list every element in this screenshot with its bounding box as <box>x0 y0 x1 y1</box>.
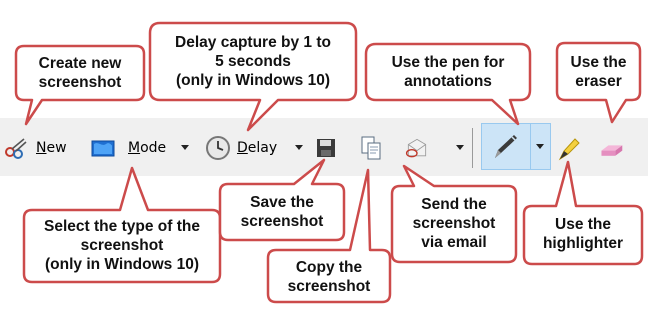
pen-callout: Use the pen for annotations <box>391 54 505 90</box>
eraser-callout: Use the eraser <box>570 54 627 90</box>
highlighter-callout: Use the highlighter <box>542 216 624 252</box>
send-callout: Send the screenshot via email <box>412 196 496 251</box>
create-callout: Create new screenshot <box>38 55 122 91</box>
save-callout: Save the screenshot <box>240 194 324 230</box>
mode-callout: Select the type of the screenshot (only … <box>44 218 200 273</box>
copy-callout: Copy the screenshot <box>287 259 371 295</box>
delay-callout: Delay capture by 1 to 5 seconds (only in… <box>175 34 331 89</box>
